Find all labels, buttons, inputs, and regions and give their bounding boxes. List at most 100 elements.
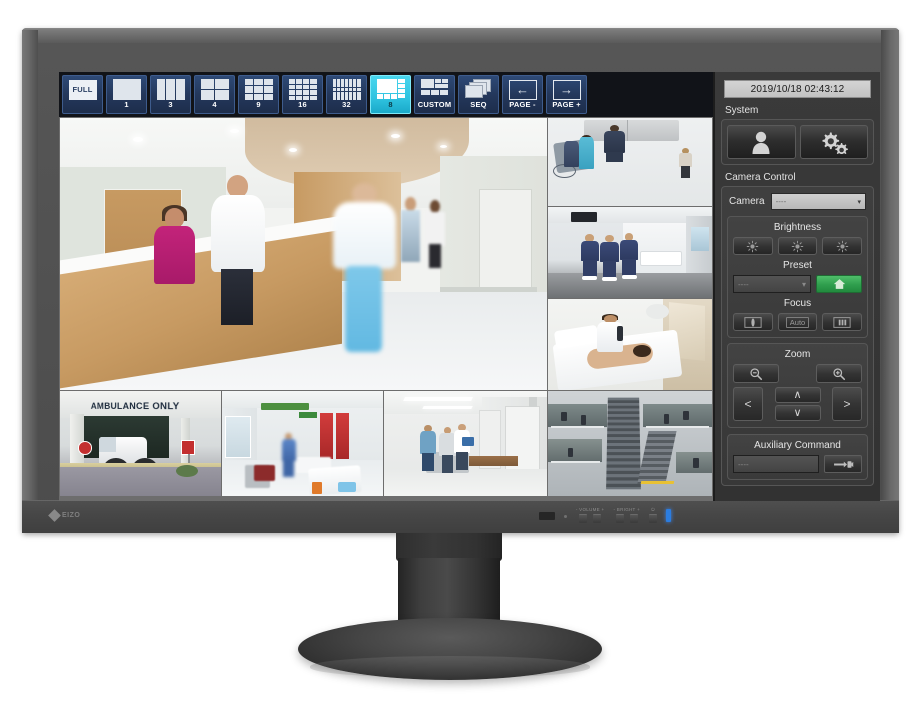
toolbar-label-custom: CUSTOM xyxy=(418,101,452,109)
custom-layout-icon xyxy=(421,79,449,100)
bright-up-button[interactable] xyxy=(630,514,638,523)
chevron-down-icon: ▾ xyxy=(802,280,806,289)
brightness-down-button[interactable] xyxy=(733,237,773,255)
osd-control-area: - VOLUME + - BRIGHT + ⏻ xyxy=(539,507,671,523)
bright-down-button[interactable] xyxy=(616,514,624,523)
power-led-indicator xyxy=(666,509,671,522)
grid-8-icon xyxy=(377,79,405,100)
tilt-down-button[interactable]: ∨ xyxy=(775,405,821,421)
eizo-diamond-icon xyxy=(48,509,61,522)
preset-home-button[interactable] xyxy=(816,275,862,293)
bezel-bottom: EIZO - VOLUME + - BRIGHT + ⏻ xyxy=(22,500,899,533)
toolbar-button-page-next[interactable]: → PAGE + xyxy=(546,75,587,114)
camera-tile-1[interactable] xyxy=(60,118,547,390)
user-button[interactable] xyxy=(727,125,796,159)
toolbar-button-1[interactable]: 1 xyxy=(106,75,147,114)
brightness-up-button[interactable] xyxy=(822,237,862,255)
toolbar-button-custom[interactable]: CUSTOM xyxy=(414,75,455,114)
toolbar-label-1: 1 xyxy=(124,101,128,109)
toolbar-button-seq[interactable]: SEQ xyxy=(458,75,499,114)
focus-near-button[interactable] xyxy=(733,313,773,331)
power-label: ⏻ xyxy=(651,507,655,512)
auxiliary-command-select[interactable]: ---- xyxy=(733,455,819,473)
preset-select-value: ---- xyxy=(738,280,749,289)
toolbar-button-9[interactable]: 9 xyxy=(238,75,279,114)
settings-button[interactable] xyxy=(800,125,869,159)
focus-auto-button[interactable]: Auto xyxy=(778,313,818,331)
layout-toolbar: FULL 1 3 xyxy=(59,72,713,117)
camera-select-value: ---- xyxy=(776,197,787,206)
auxiliary-command-title: Auxiliary Command xyxy=(733,440,862,451)
toolbar-label-16: 16 xyxy=(298,101,307,109)
pan-right-button[interactable]: > xyxy=(832,387,862,421)
monitor-neck xyxy=(396,533,502,561)
zoom-title: Zoom xyxy=(733,349,862,360)
brightness-preset-focus-group: Brightness xyxy=(727,216,868,338)
system-section-title: System xyxy=(725,105,874,116)
sun-small-icon xyxy=(746,240,759,253)
chevron-down-icon: ▾ xyxy=(857,198,861,206)
magnifier-plus-icon xyxy=(832,367,846,381)
toolbar-label-9: 9 xyxy=(256,101,260,109)
zoom-in-button[interactable] xyxy=(816,364,862,383)
auxiliary-send-button[interactable] xyxy=(824,455,862,473)
camera-tile-6[interactable]: AMBULANCE ONLY xyxy=(60,391,221,496)
preset-select[interactable]: ---- ▾ xyxy=(733,275,811,293)
camera-label: Camera xyxy=(729,196,765,207)
brightness-control-group: - BRIGHT + xyxy=(613,507,640,523)
toolbar-label-32: 32 xyxy=(342,101,351,109)
volume-down-button[interactable] xyxy=(579,514,587,523)
zoom-out-button[interactable] xyxy=(733,364,779,383)
monitor-stand-base xyxy=(298,618,602,680)
camera-tile-8[interactable] xyxy=(384,391,547,496)
power-control-group: ⏻ xyxy=(649,507,657,523)
toolbar-button-3[interactable]: 3 xyxy=(150,75,191,114)
camera-control-group: Camera ---- ▾ Brightness xyxy=(721,186,874,486)
ambient-sensor-icon xyxy=(539,512,555,520)
camera-tile-3[interactable] xyxy=(548,207,712,298)
auxiliary-command-value: ---- xyxy=(738,460,749,469)
scene-atrium-escalator xyxy=(548,391,712,496)
toolbar-button-page-prev[interactable]: ← PAGE - xyxy=(502,75,543,114)
arrow-right-icon: → xyxy=(553,79,581,100)
tilt-up-button[interactable]: ∧ xyxy=(775,387,821,403)
ambulance-only-sign: AMBULANCE ONLY xyxy=(85,400,185,412)
auxiliary-command-group: Auxiliary Command ---- xyxy=(727,434,868,480)
toolbar-button-16[interactable]: 16 xyxy=(282,75,323,114)
camera-tile-7[interactable] xyxy=(222,391,383,496)
scene-ambulance-bay: AMBULANCE ONLY xyxy=(60,391,221,496)
full-screen-icon-label: FULL xyxy=(69,80,97,100)
scene-emergency-corridor-stretchers xyxy=(222,391,383,496)
camera-tile-4[interactable] xyxy=(548,299,712,390)
focus-title: Focus xyxy=(733,298,862,309)
indicator-dot-icon xyxy=(564,515,567,518)
arrow-left-icon: ← xyxy=(509,79,537,100)
bezel-left xyxy=(22,30,38,531)
camera-tile-2[interactable] xyxy=(548,118,712,206)
power-button[interactable] xyxy=(649,514,657,523)
toolbar-button-full[interactable]: FULL xyxy=(62,75,103,114)
bezel-top xyxy=(22,30,899,43)
toolbar-label-page-next: PAGE + xyxy=(552,101,580,109)
camera-send-icon xyxy=(832,458,854,471)
toolbar-button-32[interactable]: 32 xyxy=(326,75,367,114)
volume-up-button[interactable] xyxy=(593,514,601,523)
sun-large-icon xyxy=(836,240,849,253)
camera-tile-5[interactable] xyxy=(548,391,712,496)
brightness-reset-button[interactable] xyxy=(778,237,818,255)
camera-select[interactable]: ---- ▾ xyxy=(771,193,866,210)
home-icon xyxy=(833,278,846,290)
focus-far-button[interactable] xyxy=(822,313,862,331)
toolbar-label-seq: SEQ xyxy=(470,101,486,109)
sun-medium-icon xyxy=(791,240,804,253)
grid-3-icon xyxy=(157,79,185,100)
system-group xyxy=(721,119,874,165)
grid-9-icon xyxy=(245,79,273,100)
scene-hospital-reception-corridor xyxy=(60,118,547,390)
toolbar-button-8[interactable]: 8 xyxy=(370,75,411,114)
zoom-group: Zoom xyxy=(727,343,868,428)
pan-left-button[interactable]: < xyxy=(733,387,763,421)
preset-title: Preset xyxy=(733,260,862,271)
toolbar-button-4[interactable]: 4 xyxy=(194,75,235,114)
gears-icon xyxy=(819,130,849,154)
